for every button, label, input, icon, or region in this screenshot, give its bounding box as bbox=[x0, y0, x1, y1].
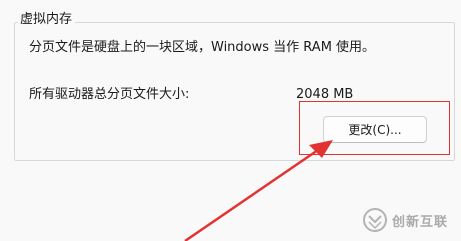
watermark-text: 创新互联 bbox=[392, 214, 449, 230]
group-title: 虚拟内存 bbox=[18, 11, 76, 29]
watermark-icon bbox=[363, 208, 387, 232]
virtual-memory-panel: 虚拟内存 分页文件是硬盘上的一块区域，Windows 当作 RAM 使用。 所有… bbox=[0, 0, 461, 241]
highlight-box bbox=[299, 101, 450, 155]
watermark-logo: 创新互联 bbox=[362, 205, 458, 235]
paging-file-description: 分页文件是硬盘上的一块区域，Windows 当作 RAM 使用。 bbox=[29, 40, 376, 55]
total-paging-size-label: 所有驱动器总分页文件大小: bbox=[29, 87, 190, 102]
